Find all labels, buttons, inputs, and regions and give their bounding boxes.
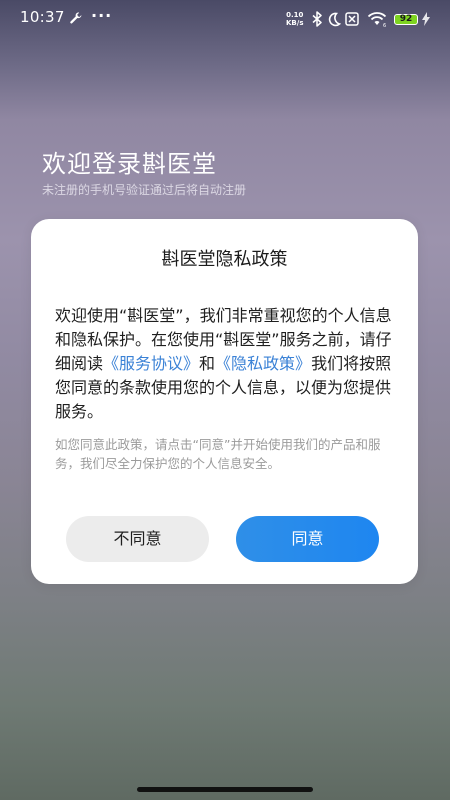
battery-level: 92 <box>399 14 413 24</box>
bluetooth-icon <box>312 11 322 27</box>
net-speed: 0.10 KB/s <box>286 11 303 27</box>
dialog-note: 如您同意此政策，请点击“同意”并开始使用我们的产品和服务，我们尽全力保护您的个人… <box>55 437 381 471</box>
battery-icon: 92 <box>394 14 418 25</box>
service-agreement-link[interactable]: 《服务协议》 <box>103 354 199 373</box>
body-text-and: 和 <box>199 354 216 373</box>
wrench-icon <box>70 12 82 24</box>
agree-button[interactable]: 同意 <box>236 516 379 562</box>
status-time: 10:37 <box>20 8 65 26</box>
status-bar: 10:37 ··· 0.10 KB/s 6 92 <box>0 0 450 36</box>
svg-text:6: 6 <box>383 23 386 27</box>
dialog-body: 欢迎使用“斟医堂”，我们非常重视您的个人信息和隐私保护。在您使用“斟医堂”服务之… <box>55 304 395 424</box>
privacy-dialog: 斟医堂隐私政策 欢迎使用“斟医堂”，我们非常重视您的个人信息和隐私保护。在您使用… <box>31 219 418 584</box>
dialog-title: 斟医堂隐私政策 <box>161 249 288 270</box>
charging-icon <box>422 12 430 26</box>
privacy-policy-link[interactable]: 《隐私政策》 <box>215 354 311 373</box>
login-subtitle: 未注册的手机号验证通过后将自动注册 <box>42 183 247 197</box>
net-speed-value: 0.10 <box>286 11 304 19</box>
moon-icon <box>328 12 342 27</box>
login-title: 欢迎登录斟医堂 <box>42 150 217 178</box>
sim-error-icon <box>345 12 359 26</box>
more-icon: ··· <box>91 6 113 25</box>
wifi-icon: 6 <box>367 12 386 27</box>
home-indicator[interactable] <box>137 787 313 792</box>
decline-button[interactable]: 不同意 <box>66 516 209 562</box>
net-speed-unit: KB/s <box>286 19 304 27</box>
screen: 10:37 ··· 0.10 KB/s 6 92 欢迎登录斟医堂 未注册的手机号… <box>0 0 450 800</box>
